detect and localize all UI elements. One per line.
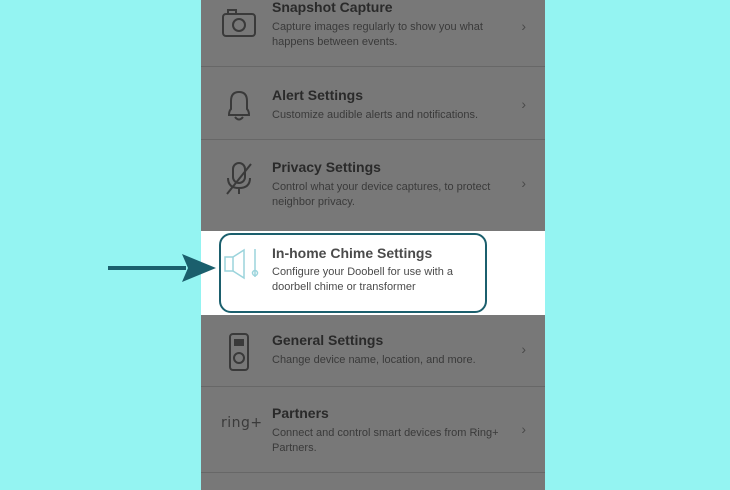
- settings-item-description: Control what your device captures, to pr…: [272, 181, 491, 208]
- pointer-arrow-icon: [108, 254, 216, 282]
- settings-item-description: Customize audible alerts and notificatio…: [272, 109, 479, 121]
- settings-item-description: Configure your Doobell for use with a do…: [272, 266, 453, 293]
- doorbell-device-icon: [229, 333, 249, 371]
- chevron-right-icon: ›: [521, 341, 526, 357]
- chevron-right-icon: ›: [521, 96, 526, 112]
- bell-icon: [227, 90, 251, 121]
- settings-item-description: Change device name, location, and more.: [272, 354, 476, 366]
- settings-item-title: Partners: [272, 405, 329, 421]
- chevron-right-icon: ›: [521, 421, 526, 437]
- ring-plus-logo: ring+: [221, 415, 263, 431]
- settings-item-privacy[interactable]: Privacy Settings Control what your devic…: [201, 140, 545, 220]
- settings-item-title: In-home Chime Settings: [272, 245, 433, 261]
- settings-item-title: Privacy Settings: [272, 159, 381, 175]
- settings-item-alert[interactable]: Alert Settings Customize audible alerts …: [201, 67, 545, 137]
- settings-item-title: Snapshot Capture: [272, 0, 393, 15]
- settings-item-description: Capture images regularly to show you wha…: [272, 21, 483, 48]
- settings-item-title: General Settings: [272, 332, 384, 348]
- mic-off-icon: [226, 162, 252, 195]
- settings-item-partners[interactable]: ring+ Partners Connect and control smart…: [201, 387, 545, 467]
- settings-item-description: Connect and control smart devices from R…: [272, 427, 499, 454]
- settings-item-title: Alert Settings: [272, 87, 364, 103]
- settings-item-general[interactable]: General Settings Change device name, loc…: [201, 318, 545, 378]
- chime-speaker-icon: [224, 248, 259, 280]
- camera-icon: [222, 9, 256, 37]
- chevron-right-icon: ›: [521, 175, 526, 191]
- divider: [201, 472, 545, 473]
- settings-item-snapshot[interactable]: Snapshot Capture Capture images regularl…: [201, 0, 545, 70]
- chevron-right-icon: ›: [521, 18, 526, 34]
